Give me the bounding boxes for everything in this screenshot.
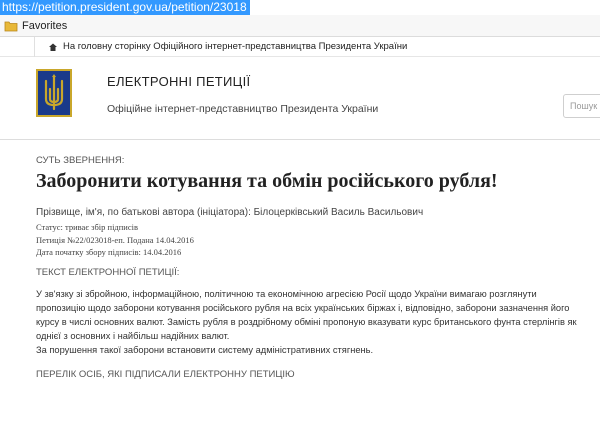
site-header: ЕЛЕКТРОННІ ПЕТИЦІЇ Офіційне інтернет-пре… <box>0 57 600 140</box>
petition-title: Заборонити котування та обмін російськог… <box>36 170 498 192</box>
site-subtitle: Офіційне інтернет-представництво Президе… <box>107 103 379 115</box>
favorites-label[interactable]: Favorites <box>22 19 67 33</box>
petition-text: У зв'язку зі збройною, інформаційною, по… <box>36 287 584 357</box>
favorites-star-icon[interactable] <box>4 19 18 33</box>
petition-content: СУТЬ ЗВЕРНЕННЯ: Заборонити котування та … <box>36 155 596 381</box>
status-line: Статус: триває збір підписів <box>36 222 139 232</box>
site-title[interactable]: ЕЛЕКТРОННІ ПЕТИЦІЇ <box>107 74 250 89</box>
url-text[interactable]: https://petition.president.gov.ua/petiti… <box>0 0 250 15</box>
home-link[interactable]: На головну сторінку Офіційного інтернет-… <box>63 40 407 54</box>
address-bar[interactable]: https://petition.president.gov.ua/petiti… <box>0 0 600 15</box>
home-arrow-icon <box>49 43 57 51</box>
trident-icon <box>44 74 64 111</box>
signers-list-label[interactable]: ПЕРЕЛІК ОСІБ, ЯКІ ПІДПИСАЛИ ЕЛЕКТРОННУ П… <box>36 369 596 381</box>
essence-label: СУТЬ ЗВЕРНЕННЯ: <box>36 155 125 166</box>
favorites-bar: Favorites <box>0 15 600 37</box>
petition-paragraph: За порушення такої заборони встановити с… <box>36 344 374 355</box>
petition-number: Петиція №22/023018-еп. Подана 14.04.2016 <box>36 234 194 245</box>
top-info-strip: На головну сторінку Офіційного інтернет-… <box>0 37 600 57</box>
author-line: Прізвище, ім'я, по батькові автора (ініц… <box>36 207 424 218</box>
search-input[interactable] <box>563 94 600 118</box>
ukraine-trident-logo[interactable] <box>36 69 72 117</box>
petition-text-label: ТЕКСТ ЕЛЕКТРОННОЇ ПЕТИЦІЇ: <box>36 266 180 278</box>
start-date: Дата початку збору підписів: 14.04.2016 <box>36 247 182 257</box>
strip-divider <box>34 37 35 57</box>
petition-paragraph: У зв'язку зі збройною, інформаційною, по… <box>36 288 577 341</box>
